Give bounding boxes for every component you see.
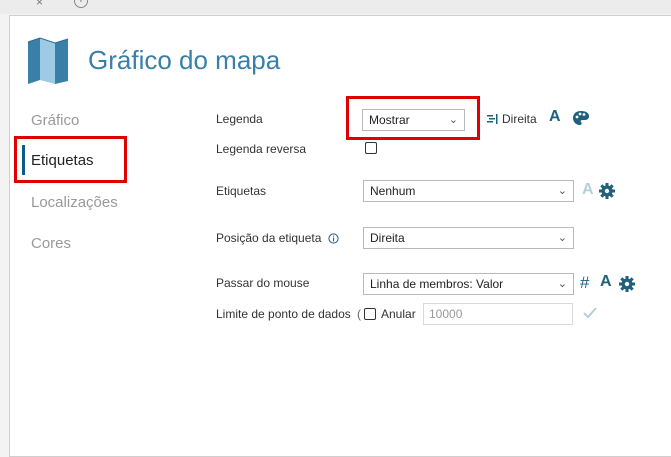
labels-label: Etiquetas [216, 184, 267, 198]
map-icon [27, 37, 69, 84]
highlight-box-etiquetas [14, 136, 127, 183]
label-position-select-value: Direita [370, 231, 405, 245]
reverse-legend-checkbox[interactable] [365, 142, 377, 154]
chevron-down-icon: ⌄ [557, 278, 567, 290]
font-icon-disabled: A [582, 181, 594, 198]
labels-select[interactable]: Nenhum ⌄ [363, 180, 574, 202]
override-label: Anular [381, 307, 416, 321]
browser-tab-strip: × + [0, 0, 671, 14]
gear-icon[interactable] [619, 276, 635, 292]
reverse-legend-label: Legenda reversa [216, 142, 307, 156]
legend-position-label[interactable]: Direita [502, 112, 537, 126]
page-title: Gráfico do mapa [88, 45, 281, 75]
nav-item-cores[interactable]: Cores [31, 235, 71, 252]
override-checkbox[interactable] [364, 308, 376, 320]
chevron-down-icon: ⌄ [557, 232, 567, 244]
hover-label: Passar do mouse [216, 276, 310, 290]
label-position-select[interactable]: Direita ⌄ [363, 227, 574, 249]
nav-item-localizacoes[interactable]: Localizações [31, 194, 118, 211]
chevron-down-icon: ⌄ [557, 185, 567, 197]
palette-icon[interactable] [572, 110, 590, 126]
align-right-icon[interactable] [486, 113, 498, 125]
new-tab-icon[interactable]: + [74, 0, 88, 8]
hover-select-value: Linha de membros: Valor [370, 277, 504, 291]
nav-item-grafico[interactable]: Gráfico [31, 112, 79, 129]
number-format-icon[interactable]: # [580, 273, 589, 293]
settings-panel: Gráfico do mapa Gráfico Etiquetas Locali… [9, 15, 671, 457]
close-tab-icon[interactable]: × [36, 0, 43, 9]
data-point-limit-label: Limite de ponto de dados [216, 307, 351, 321]
label-position-label: Posição da etiqueta [216, 231, 322, 245]
data-point-limit-input[interactable]: 10000 [423, 303, 573, 325]
hover-select[interactable]: Linha de membros: Valor ⌄ [363, 273, 574, 295]
labels-select-value: Nenhum [370, 184, 416, 198]
highlight-box-legend [346, 96, 480, 140]
gear-icon[interactable] [599, 183, 615, 199]
font-icon[interactable]: A [549, 108, 561, 126]
check-icon [583, 307, 597, 319]
legend-label: Legenda [216, 112, 263, 126]
override-paren: ( [357, 307, 361, 321]
info-icon[interactable] [328, 233, 339, 244]
font-icon[interactable]: A [600, 273, 612, 291]
